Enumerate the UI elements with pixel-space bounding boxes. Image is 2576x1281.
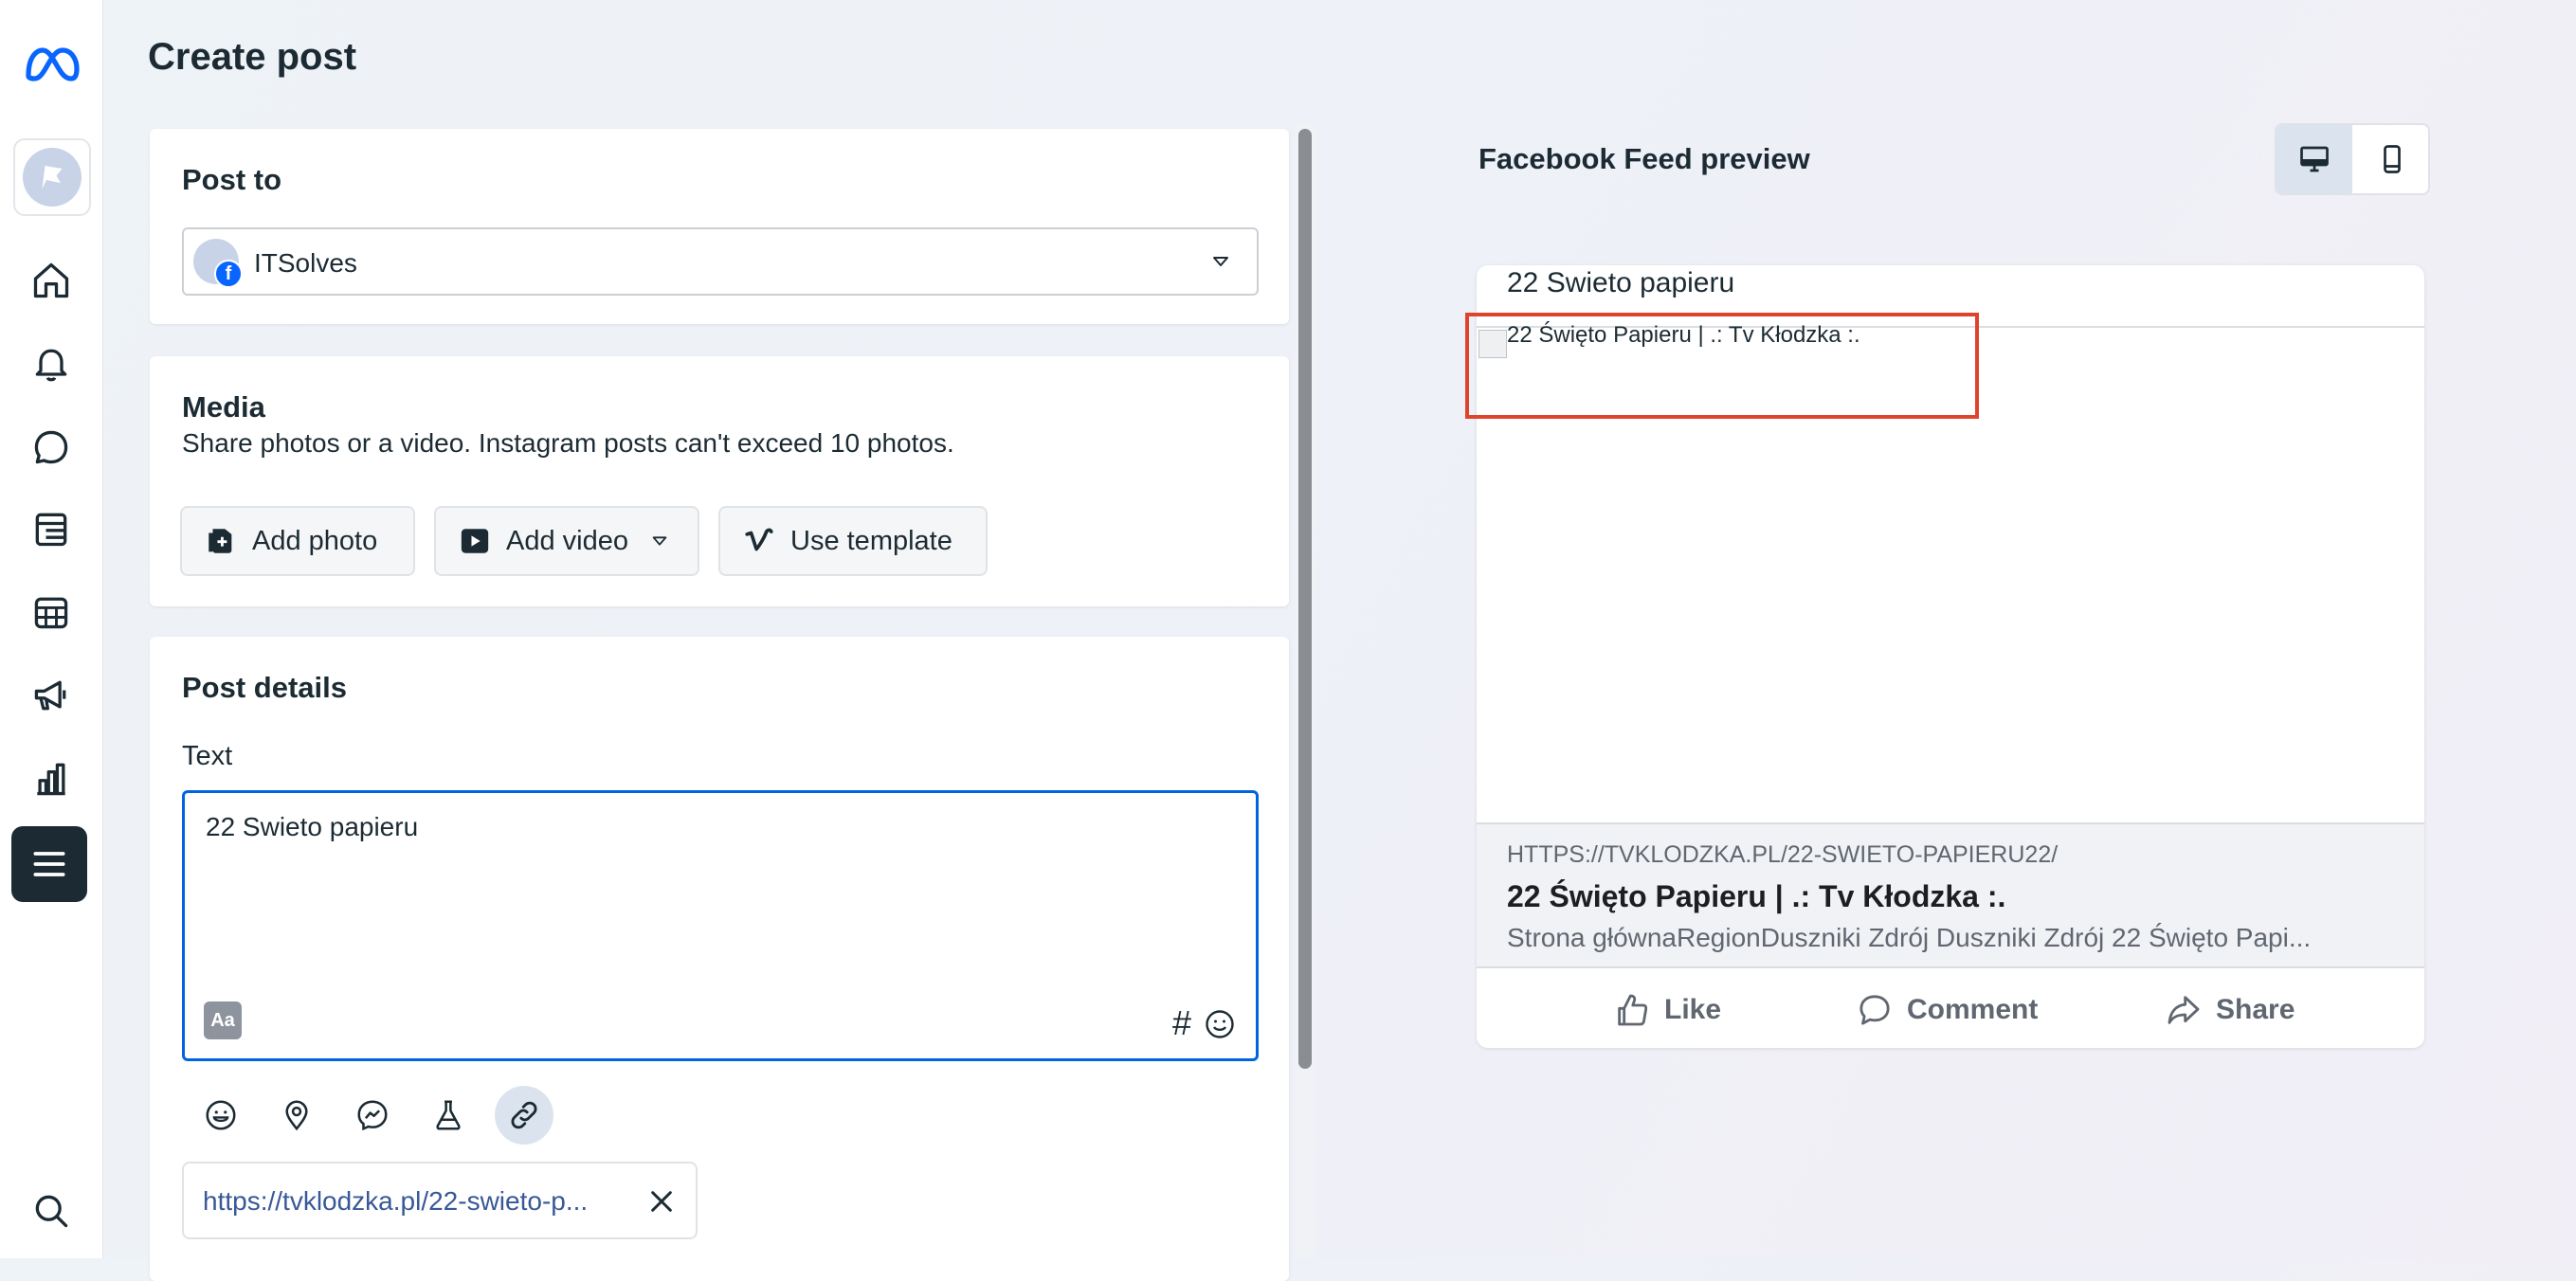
media-card: Media Share photos or a video. Instagram… bbox=[150, 356, 1289, 606]
like-icon bbox=[1618, 994, 1648, 1026]
post-text-input[interactable]: 22 Swieto papieru Aa # bbox=[182, 790, 1259, 1061]
media-description: Share photos or a video. Instagram posts… bbox=[182, 428, 954, 458]
add-photo-icon bbox=[209, 529, 232, 553]
add-photo-button[interactable]: Add photo bbox=[180, 506, 415, 576]
scrollbar-track[interactable] bbox=[1295, 125, 1315, 1258]
preview-link-domain: HTTPS://TVKLODZKA.PL/22-SWIETO-PAPIERU22… bbox=[1507, 841, 2059, 868]
link-chip-url[interactable]: https://tvklodzka.pl/22-swieto-p... bbox=[203, 1186, 588, 1217]
account-avatar: f bbox=[193, 239, 243, 288]
location-button[interactable] bbox=[267, 1086, 326, 1145]
post-details-card: Post details Text 22 Swieto papieru Aa #… bbox=[150, 637, 1289, 1281]
like-action[interactable]: Like bbox=[1613, 982, 1721, 1038]
insights-icon[interactable] bbox=[23, 750, 80, 807]
close-icon[interactable] bbox=[646, 1186, 677, 1217]
sidebar bbox=[0, 0, 103, 1258]
menu-icon[interactable] bbox=[11, 826, 87, 902]
megaphone-icon[interactable] bbox=[23, 667, 80, 724]
text-format-badge[interactable]: Aa bbox=[204, 1001, 242, 1039]
use-template-label: Use template bbox=[790, 525, 952, 556]
highlight-box bbox=[1465, 313, 1979, 419]
bell-icon[interactable] bbox=[23, 335, 80, 392]
share-icon bbox=[2168, 996, 2200, 1024]
chevron-down-icon bbox=[652, 536, 667, 546]
share-label: Share bbox=[2216, 994, 2295, 1025]
chat-icon[interactable] bbox=[23, 419, 80, 476]
text-label: Text bbox=[182, 741, 233, 771]
use-template-button[interactable]: Use template bbox=[718, 506, 988, 576]
post-to-card: Post to f ITSolves bbox=[150, 129, 1289, 324]
text-format-label: Aa bbox=[210, 1009, 235, 1031]
emoji-icon[interactable] bbox=[1203, 1007, 1237, 1041]
account-name: ITSolves bbox=[254, 248, 357, 278]
preview-actions-divider bbox=[1477, 966, 2424, 968]
hashtag-button[interactable]: # bbox=[1172, 1003, 1191, 1043]
add-video-button[interactable]: Add video bbox=[434, 506, 699, 576]
messenger-icon bbox=[357, 1100, 388, 1131]
search-icon[interactable] bbox=[23, 1182, 80, 1239]
preview-post-text: 22 Swieto papieru bbox=[1507, 267, 1735, 298]
posts-icon[interactable] bbox=[23, 500, 80, 557]
media-title: Media bbox=[182, 390, 265, 424]
feeling-emoji-button[interactable] bbox=[191, 1086, 250, 1145]
flask-icon bbox=[436, 1100, 461, 1130]
comment-icon bbox=[1859, 995, 1890, 1025]
calendar-icon[interactable] bbox=[23, 584, 80, 640]
comment-label: Comment bbox=[1907, 994, 2039, 1025]
account-select[interactable]: f ITSolves bbox=[182, 227, 1259, 296]
location-pin-icon bbox=[285, 1100, 308, 1131]
vimeo-template-icon bbox=[745, 528, 773, 551]
preview-link-description: Strona głównaRegionDuszniki Zdrój Duszni… bbox=[1507, 923, 2312, 952]
scrollbar-thumb[interactable] bbox=[1298, 129, 1312, 1069]
smiley-icon bbox=[206, 1100, 236, 1130]
link-chip[interactable]: https://tvklodzka.pl/22-swieto-p... bbox=[182, 1162, 698, 1239]
test-button[interactable] bbox=[419, 1086, 478, 1145]
like-label: Like bbox=[1664, 994, 1722, 1025]
link-icon bbox=[511, 1101, 537, 1129]
preview-link-title: 22 Święto Papieru | .: Tv Kłodzka :. bbox=[1507, 879, 2006, 913]
post-text-value: 22 Swieto papieru bbox=[206, 812, 419, 841]
preview-title: Facebook Feed preview bbox=[1478, 142, 1810, 175]
messenger-button[interactable] bbox=[343, 1086, 402, 1145]
desktop-icon bbox=[2300, 146, 2329, 172]
add-video-label: Add video bbox=[506, 525, 628, 556]
dropdown-caret-icon bbox=[1213, 257, 1228, 266]
post-to-title: Post to bbox=[182, 163, 282, 196]
page-title: Create post bbox=[148, 36, 357, 78]
mobile-icon bbox=[2384, 145, 2401, 173]
comment-action[interactable]: Comment bbox=[1856, 982, 2038, 1038]
add-photo-label: Add photo bbox=[252, 525, 378, 556]
preview-link-footer[interactable]: HTTPS://TVKLODZKA.PL/22-SWIETO-PAPIERU22… bbox=[1477, 822, 2424, 968]
home-icon[interactable] bbox=[23, 252, 80, 309]
facebook-badge-icon: f bbox=[214, 260, 243, 288]
link-button[interactable] bbox=[495, 1086, 553, 1145]
mobile-preview-button[interactable] bbox=[2354, 125, 2428, 193]
post-details-title: Post details bbox=[182, 671, 347, 704]
preview-device-toggle bbox=[2275, 123, 2430, 195]
share-action[interactable]: Share bbox=[2165, 982, 2295, 1038]
page-avatar[interactable] bbox=[13, 138, 91, 216]
meta-logo-icon[interactable] bbox=[23, 36, 80, 93]
desktop-preview-button[interactable] bbox=[2277, 125, 2352, 193]
add-video-icon bbox=[461, 529, 489, 553]
